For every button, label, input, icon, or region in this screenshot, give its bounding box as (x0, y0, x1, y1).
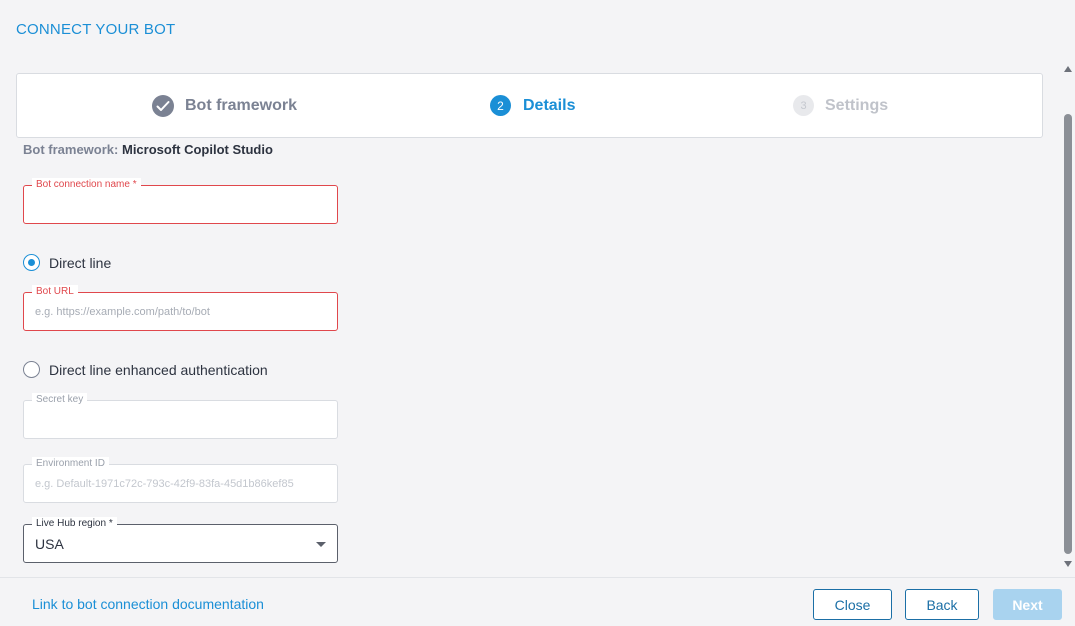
bot-connection-name-label: Bot connection name * (32, 178, 141, 192)
step-label: Settings (825, 96, 889, 114)
live-hub-region-value: USA (35, 536, 64, 552)
step-number: 3 (793, 95, 814, 116)
bot-url-field: Bot URL (23, 285, 338, 331)
scrollbar[interactable] (1062, 62, 1075, 574)
stepper: Bot framework 2 Details 3 Settings (16, 73, 1043, 138)
live-hub-region-select[interactable]: Live Hub region * USA (23, 517, 338, 563)
framework-summary: Bot framework: Microsoft Copilot Studio (23, 142, 273, 157)
secret-key-field: Secret key (23, 393, 338, 439)
secret-key-label: Secret key (32, 393, 88, 407)
direct-line-label: Direct line (49, 254, 112, 271)
enhanced-auth-option[interactable]: Direct line enhanced authentication (23, 361, 268, 378)
scroll-up-arrow-icon[interactable] (1064, 66, 1072, 72)
direct-line-option[interactable]: Direct line (23, 254, 111, 271)
footer: Link to bot connection documentation Clo… (0, 577, 1075, 626)
step-number: 2 (490, 95, 511, 116)
scroll-down-arrow-icon[interactable] (1064, 561, 1072, 567)
live-hub-region-label: Live Hub region * (32, 517, 117, 531)
step-details[interactable]: 2 Details (490, 74, 575, 137)
check-icon (152, 94, 174, 117)
framework-value: Microsoft Copilot Studio (121, 142, 273, 157)
step-label: Bot framework (185, 96, 298, 114)
enhanced-auth-radio[interactable] (23, 361, 40, 378)
scroll-thumb[interactable] (1064, 114, 1072, 554)
close-button[interactable]: Close (813, 589, 892, 620)
framework-key: Bot framework: (23, 142, 119, 157)
secret-key-input[interactable] (35, 410, 325, 430)
back-button[interactable]: Back (905, 589, 979, 620)
environment-id-field: Environment ID (23, 457, 338, 503)
bot-url-label: Bot URL (32, 285, 78, 299)
step-settings[interactable]: 3 Settings (793, 74, 888, 137)
step-bot-framework[interactable]: Bot framework (152, 74, 297, 137)
bot-connection-name-field: Bot connection name * (23, 178, 338, 224)
environment-id-label: Environment ID (32, 457, 109, 471)
documentation-link[interactable]: Link to bot connection documentation (32, 596, 264, 612)
enhanced-auth-label: Direct line enhanced authentication (49, 361, 268, 378)
bot-url-input[interactable] (35, 302, 325, 322)
next-button[interactable]: Next (993, 589, 1062, 620)
page-title: CONNECT YOUR BOT (16, 21, 176, 38)
direct-line-radio[interactable] (23, 254, 40, 271)
bot-connection-name-input[interactable] (35, 195, 325, 215)
caret-down-icon (316, 542, 326, 547)
environment-id-input[interactable] (35, 474, 325, 494)
step-label: Details (523, 96, 576, 114)
